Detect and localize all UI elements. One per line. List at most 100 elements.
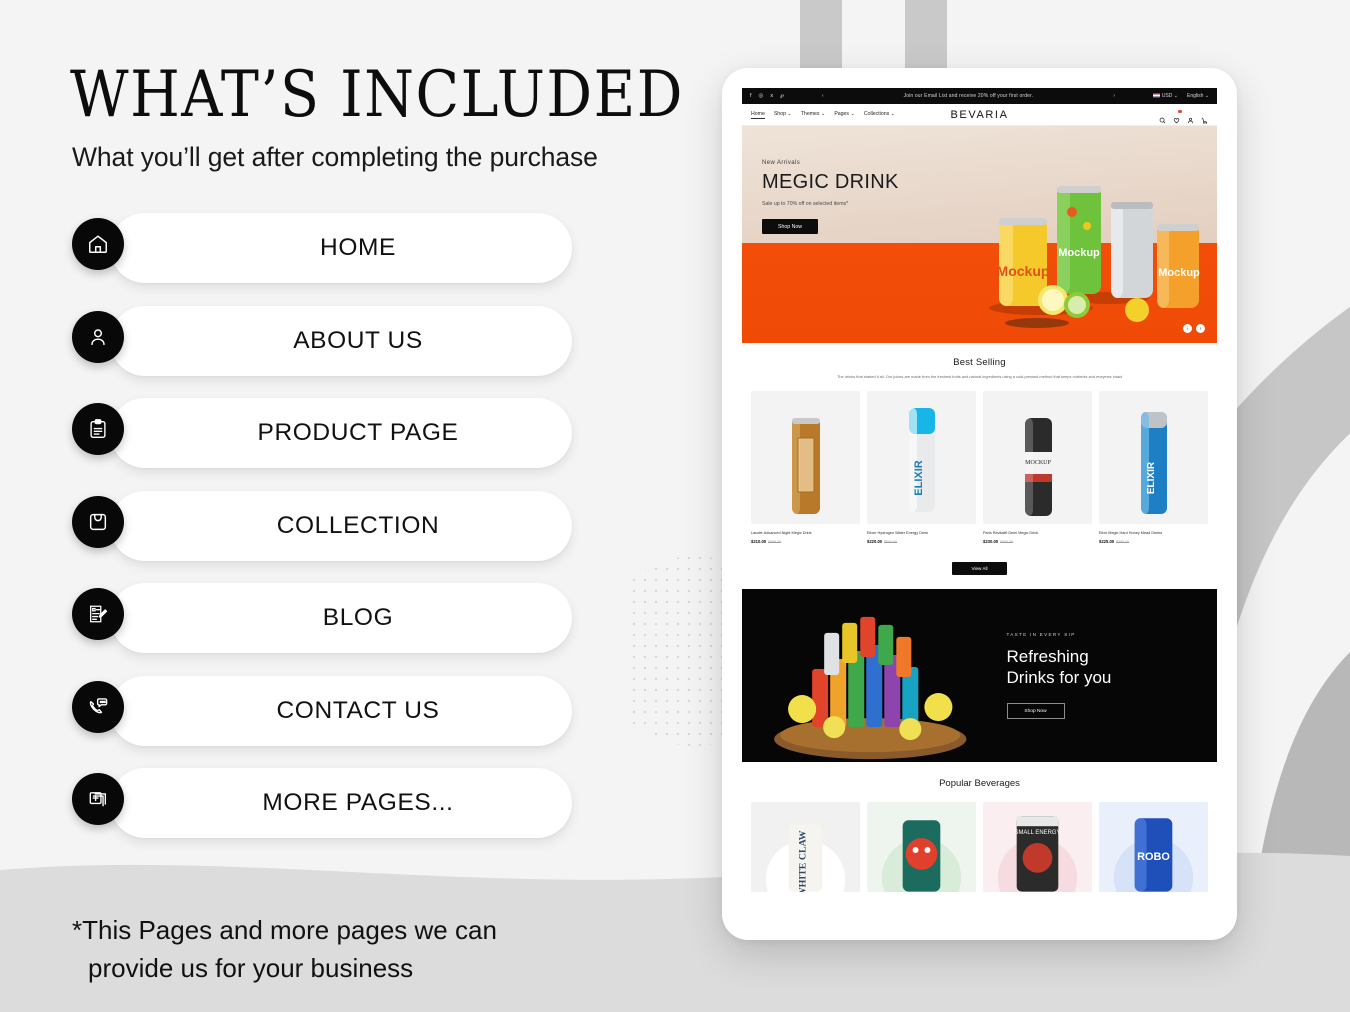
- footnote: *This Pages and more pages we can provid…: [72, 912, 497, 987]
- hero-subtitle: Sale up to 70% off on selected items*: [762, 201, 849, 207]
- add-pages-icon: [72, 773, 124, 825]
- hero-copy: New Arrivals MEGIC DRINK Sale up to 70% …: [762, 160, 899, 234]
- nav-item-themes[interactable]: Themes ⌄: [801, 111, 826, 119]
- pill-label: HOME: [320, 234, 396, 261]
- page-pill-collection[interactable]: COLLECTION: [110, 490, 572, 561]
- nav-links: Home Shop ⌄ Themes ⌄ Pages ⌄ Collections…: [751, 111, 895, 119]
- tablet-mockup: f ◎ x ℘ ‹ Join our Email List and receiv…: [722, 68, 1237, 940]
- hero-shop-now-button[interactable]: Shop Now: [762, 219, 818, 234]
- popular-beverages-title: Popular Beverages: [939, 777, 1020, 789]
- best-selling-title: Best Selling: [953, 357, 1006, 368]
- page-pill-about-us[interactable]: ABOUT US: [110, 305, 572, 376]
- popular-beverages-section: Popular Beverages: [742, 762, 1217, 789]
- announcement-prev-button[interactable]: ‹: [822, 93, 824, 99]
- nav-item-pages[interactable]: Pages ⌄: [834, 111, 855, 119]
- list-item[interactable]: ABOUT US: [72, 305, 572, 390]
- x-icon[interactable]: x: [770, 93, 773, 99]
- promo-banner: TASTE IN EVERY SIP Refreshing Drinks for…: [742, 588, 1217, 762]
- announcement-message: Join our Email List and receive 20% off …: [903, 93, 1034, 99]
- social-icons[interactable]: f ◎ x ℘: [750, 93, 784, 99]
- hero-carousel-arrows[interactable]: ‹ ›: [1183, 324, 1205, 333]
- promo-copy: TASTE IN EVERY SIP Refreshing Drinks for…: [999, 631, 1112, 720]
- svg-text:Mockup: Mockup: [997, 263, 1050, 279]
- product-card[interactable]: MOCKUP Paris Revitalift Demi Megic Drink…: [983, 390, 1092, 544]
- cart-icon[interactable]: [1201, 111, 1208, 124]
- pill-label: CONTACT US: [276, 696, 440, 724]
- popular-beverages-grid: WHITE CLAW SMALL ENERGY ROBO: [742, 789, 1217, 892]
- promo-image: [742, 589, 999, 762]
- product-image: MOCKUP: [983, 390, 1092, 524]
- account-icon[interactable]: [1187, 111, 1194, 124]
- announcement-next-button[interactable]: ›: [1113, 93, 1115, 99]
- product-image: ELIXIR: [867, 390, 976, 524]
- product-price: $220.00 $500.00: [867, 538, 898, 544]
- user-icon: [72, 310, 124, 363]
- product-price: $225.00 $395.00: [1099, 538, 1130, 544]
- pill-label: BLOG: [322, 604, 394, 631]
- footnote-line-2: provide us for your business: [88, 952, 414, 983]
- currency-selector[interactable]: USD ⌄: [1152, 93, 1178, 99]
- wishlist-heart-icon[interactable]: [1173, 109, 1182, 124]
- nav-item-collections[interactable]: Collections ⌄: [864, 111, 895, 119]
- product-card[interactable]: ELIXIR Elixer Hydrogen Water Energy Drin…: [867, 390, 976, 544]
- promo-title: Refreshing Drinks for you: [1007, 646, 1112, 690]
- us-flag-icon: [1152, 93, 1160, 99]
- product-image: ELIXIR: [1099, 390, 1208, 524]
- home-icon: [72, 218, 124, 270]
- promo-shop-now-button[interactable]: Shop Now: [1006, 703, 1065, 720]
- product-name: Paris Revitalift Demi Megic Drink: [983, 530, 1039, 535]
- left-content-panel: WHAT’S INCLUDED What you’ll get after co…: [0, 0, 700, 1012]
- included-pages-list: HOME ABOUT US PRODUCT PAGE COLLECTION BL…: [72, 213, 572, 861]
- hero-title: MEGIC DRINK: [762, 171, 899, 193]
- background-bar-left: [800, 0, 842, 70]
- facebook-icon[interactable]: f: [750, 93, 752, 99]
- svg-text:MOCKUP: MOCKUP: [1025, 460, 1051, 466]
- nav-item-home[interactable]: Home: [751, 111, 765, 119]
- product-card[interactable]: Lauder Advanced Night Megic Drink $210.0…: [751, 390, 860, 544]
- clipboard-icon: [72, 403, 124, 455]
- list-item[interactable]: BLOG: [72, 583, 572, 667]
- svg-text:SMALL ENERGY: SMALL ENERGY: [1015, 830, 1061, 836]
- list-item[interactable]: CONTACT US: [72, 675, 572, 760]
- page-pill-product-page[interactable]: PRODUCT PAGE: [110, 398, 572, 468]
- nav-item-shop[interactable]: Shop ⌄: [774, 111, 792, 119]
- popular-item-card[interactable]: SMALL ENERGY: [983, 801, 1092, 892]
- product-card[interactable]: ELIXIR Elixir Megic Hard Honey Mead Drin…: [1099, 390, 1208, 544]
- product-image: [751, 390, 860, 524]
- popular-item-card[interactable]: WHITE CLAW: [751, 801, 860, 892]
- list-item[interactable]: PRODUCT PAGE: [72, 398, 572, 482]
- hero-prev-button[interactable]: ‹: [1183, 324, 1192, 333]
- page-subtitle: What you’ll get after completing the pur…: [72, 142, 598, 172]
- popular-item-card[interactable]: ROBO: [1099, 801, 1208, 892]
- language-selector[interactable]: English ⌄: [1187, 93, 1209, 99]
- svg-text:ELIXIR: ELIXIR: [913, 460, 925, 496]
- page-pill-contact-us[interactable]: CONTACT US: [110, 675, 572, 746]
- site-navbar: Home Shop ⌄ Themes ⌄ Pages ⌄ Collections…: [742, 104, 1217, 126]
- instagram-icon[interactable]: ◎: [759, 93, 764, 99]
- pill-label: MORE PAGES...: [262, 789, 454, 816]
- wishlist-count-badge: [1178, 109, 1182, 114]
- svg-text:ELIXIR: ELIXIR: [1146, 461, 1157, 494]
- promo-title-line-2: Drinks for you: [1006, 668, 1112, 688]
- page-pill-blog[interactable]: BLOG: [110, 583, 572, 653]
- svg-text:Mockup: Mockup: [1158, 267, 1200, 279]
- view-all-button[interactable]: View All: [952, 561, 1007, 575]
- list-item[interactable]: HOME: [72, 213, 572, 297]
- popular-item-card[interactable]: [867, 801, 976, 892]
- pill-label: COLLECTION: [276, 511, 440, 539]
- page-pill-home[interactable]: HOME: [110, 213, 572, 283]
- locale-selectors[interactable]: USD ⌄ English ⌄: [1152, 93, 1209, 99]
- promo-eyebrow: TASTE IN EVERY SIP: [1006, 631, 1076, 637]
- nav-action-icons: [1159, 109, 1208, 124]
- page-title: WHAT’S INCLUDED: [70, 57, 684, 132]
- hero-product-image: Mockup Mockup Mockup: [989, 186, 1200, 328]
- list-item[interactable]: COLLECTION: [72, 490, 572, 575]
- hero-next-button[interactable]: ›: [1196, 324, 1205, 333]
- announcement-bar: f ◎ x ℘ ‹ Join our Email List and receiv…: [742, 88, 1217, 104]
- search-icon[interactable]: [1159, 111, 1166, 124]
- phone-chat-icon: [72, 680, 124, 733]
- page-pill-more-pages[interactable]: MORE PAGES...: [110, 768, 572, 838]
- list-item[interactable]: MORE PAGES...: [72, 768, 572, 852]
- pill-label: ABOUT US: [293, 326, 423, 354]
- product-name: Elixer Hydrogen Water Energy Drink: [867, 530, 929, 535]
